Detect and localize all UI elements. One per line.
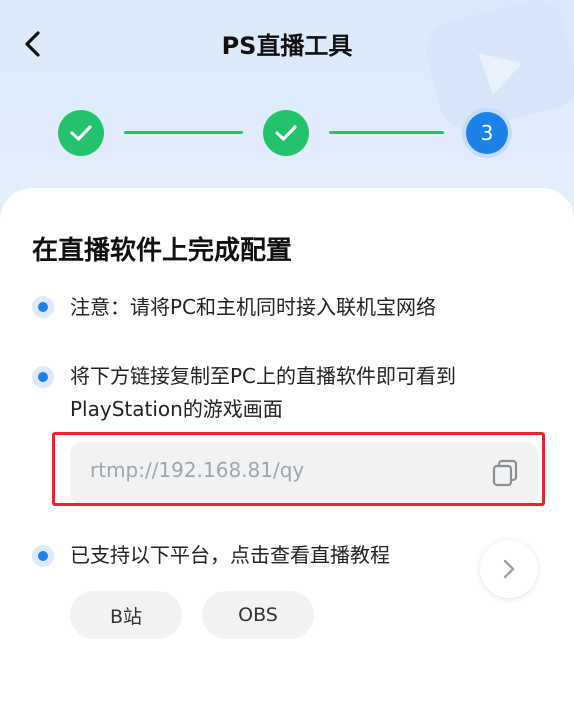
- chevron-right-icon: [503, 559, 515, 579]
- bullet-icon: [32, 545, 54, 567]
- rtmp-url-field[interactable]: rtmp://192.168.81/qy: [70, 442, 538, 504]
- step-1-completed: [58, 110, 104, 156]
- check-icon: [70, 125, 92, 141]
- step-2-completed: [263, 110, 309, 156]
- copy-button[interactable]: [490, 458, 520, 488]
- copy-icon: [492, 459, 518, 487]
- platform-chip-bilibili[interactable]: B站: [70, 591, 182, 639]
- step-connector-2: [329, 131, 444, 134]
- bullet-icon: [32, 366, 54, 388]
- view-tutorial-button[interactable]: [480, 540, 538, 598]
- notice-text: 注意：请将PC和主机同时接入联机宝网络: [70, 295, 437, 319]
- config-card: 在直播软件上完成配置 注意：请将PC和主机同时接入联机宝网络 将下方链接复制至P…: [0, 188, 574, 701]
- header: PS直播工具: [0, 0, 574, 86]
- progress-stepper: 3: [0, 108, 574, 158]
- step-3-number: 3: [466, 112, 508, 154]
- instruction-text-line2: PlayStation的游戏画面: [70, 397, 283, 421]
- section-title: 在直播软件上完成配置: [32, 236, 293, 266]
- step-3-current: 3: [462, 108, 512, 158]
- instruction-text-line1: 将下方链接复制至PC上的直播软件即可看到: [70, 364, 457, 388]
- rtmp-url-value: rtmp://192.168.81/qy: [90, 458, 305, 482]
- bullet-icon: [32, 296, 54, 318]
- step-connector-1: [124, 131, 243, 134]
- check-icon: [275, 125, 297, 141]
- platform-chip-obs[interactable]: OBS: [202, 591, 314, 639]
- page-title: PS直播工具: [221, 32, 353, 60]
- platforms-text: 已支持以下平台，点击查看直播教程: [70, 543, 390, 567]
